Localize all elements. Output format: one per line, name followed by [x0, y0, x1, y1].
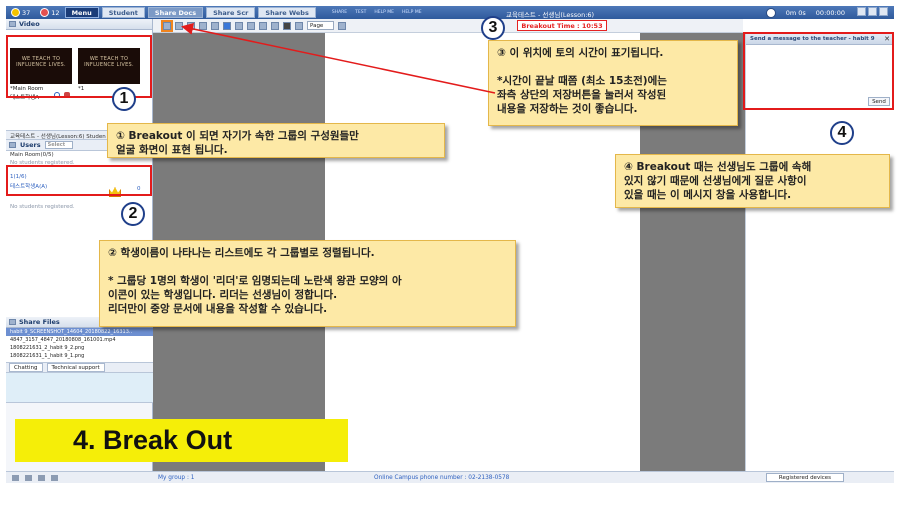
- open-icon[interactable]: [175, 21, 183, 30]
- step-number-4: 4: [830, 121, 854, 145]
- breakout-time: Breakout Time : 10:53: [517, 20, 607, 31]
- help-me-tool-2[interactable]: HELP ME: [402, 10, 422, 15]
- counter-b: 12: [35, 6, 64, 19]
- chevron-down-icon[interactable]: [338, 21, 347, 30]
- select-dropdown[interactable]: Select: [44, 141, 73, 149]
- shape-icon[interactable]: [259, 21, 267, 30]
- counter-a: 37: [6, 6, 35, 19]
- file-item[interactable]: habit 9_SCREENSHOT_14604_20180822_16313.…: [6, 328, 153, 336]
- eraser-icon[interactable]: [271, 21, 279, 30]
- step-number-3: 3: [481, 16, 505, 40]
- step-number-1: 1: [112, 87, 136, 111]
- callout-3: ③ 이 위치에 토의 시간이 표기됩니다. *시간이 끝날 때쯤 (최소 15초…: [488, 40, 738, 126]
- highlight-group: [6, 165, 152, 196]
- callout-2: ② 학생이름이 나타나는 리스트에도 각 그룹별로 정렬됩니다. * 그룹당 1…: [99, 240, 516, 327]
- bottom-my-group: My group : 1: [158, 474, 195, 481]
- color-icon[interactable]: [283, 21, 291, 30]
- settings-icon[interactable]: [12, 474, 19, 481]
- tab-share-webs[interactable]: Share Webs: [258, 7, 316, 18]
- page-select[interactable]: Page: [307, 21, 335, 30]
- clock-value: 00:00:00: [815, 8, 845, 17]
- phone-number: Online Campus phone number : 02-2138-057…: [374, 474, 510, 481]
- close-icon[interactable]: [879, 7, 888, 16]
- redo-icon[interactable]: [211, 21, 219, 30]
- file-item[interactable]: 1808221631_1_habit 9_1.png: [6, 352, 153, 360]
- save-icon[interactable]: [161, 19, 173, 32]
- tab-chatting[interactable]: Chatting: [9, 363, 43, 372]
- chat-tabs: Chatting Technical support: [6, 362, 153, 373]
- mic-icon[interactable]: [38, 474, 45, 481]
- bottom-bar: My group : 1 Online Campus phone number …: [6, 471, 894, 483]
- tab-share-screen[interactable]: Share Scr: [206, 7, 256, 18]
- files-list: habit 9_SCREENSHOT_14604_20180822_16313.…: [6, 328, 153, 362]
- move-icon[interactable]: [223, 21, 231, 30]
- top-right-status: 0m 0s 00:00:00: [765, 7, 888, 18]
- print-icon[interactable]: [187, 21, 195, 30]
- text-icon[interactable]: [247, 21, 255, 30]
- slide-title: 4. Break Out: [15, 419, 348, 462]
- folder-icon: [9, 319, 16, 325]
- alert-icon: [40, 8, 50, 17]
- tab-technical-support[interactable]: Technical support: [46, 363, 105, 372]
- video-header: Video: [6, 19, 152, 30]
- camera-icon: [9, 21, 16, 27]
- callout-1: ① Breakout 이 되면 자기가 속한 그룹의 구성원들만 얼굴 화면이 …: [107, 123, 445, 158]
- timer-label: 0m 0s: [785, 8, 806, 17]
- line-width-icon[interactable]: [295, 21, 303, 30]
- share-tool[interactable]: SHARE: [332, 10, 347, 15]
- callout-4: ④ Breakout 때는 선생님도 그룹에 속해 있지 않기 때문에 선생님에…: [615, 154, 890, 208]
- users-icon: [9, 142, 16, 148]
- step-number-2: 2: [121, 202, 145, 226]
- share-files-section: Share Files habit 9_SCREENSHOT_14604_201…: [6, 317, 153, 403]
- tab-share-docs[interactable]: Share Docs: [147, 7, 204, 18]
- registered-devices-button[interactable]: Registered devices: [765, 473, 844, 482]
- chat-icon[interactable]: [51, 474, 58, 481]
- volume-icon[interactable]: [25, 474, 32, 481]
- top-bar: 37 12 Menu Student Share Docs Share Scr …: [6, 6, 894, 19]
- minimize-icon[interactable]: [857, 7, 866, 16]
- doc-toolbar: Page: [153, 19, 743, 33]
- file-item[interactable]: 4847_3157_4847_20180808_161001.mp4: [6, 336, 153, 344]
- highlight-message: [743, 32, 894, 110]
- tool-labels: SHARE TEST HELP ME HELP ME: [332, 10, 422, 15]
- maximize-icon[interactable]: [868, 7, 877, 16]
- menu-button[interactable]: Menu: [64, 7, 99, 18]
- help-me-tool-1[interactable]: HELP ME: [374, 10, 394, 15]
- undo-icon[interactable]: [199, 21, 207, 30]
- test-tool[interactable]: TEST: [355, 10, 366, 15]
- tab-student[interactable]: Student: [101, 7, 145, 18]
- pen-icon[interactable]: [235, 21, 243, 30]
- window-controls: [855, 7, 888, 18]
- chat-box[interactable]: [6, 373, 153, 403]
- window-title: 교육테스트 - 선생님(Lesson:6): [506, 11, 595, 19]
- coin-icon: [11, 8, 20, 17]
- file-item[interactable]: 1808221631_2_habit 9_2.png: [6, 344, 153, 352]
- clock-icon: [765, 7, 776, 18]
